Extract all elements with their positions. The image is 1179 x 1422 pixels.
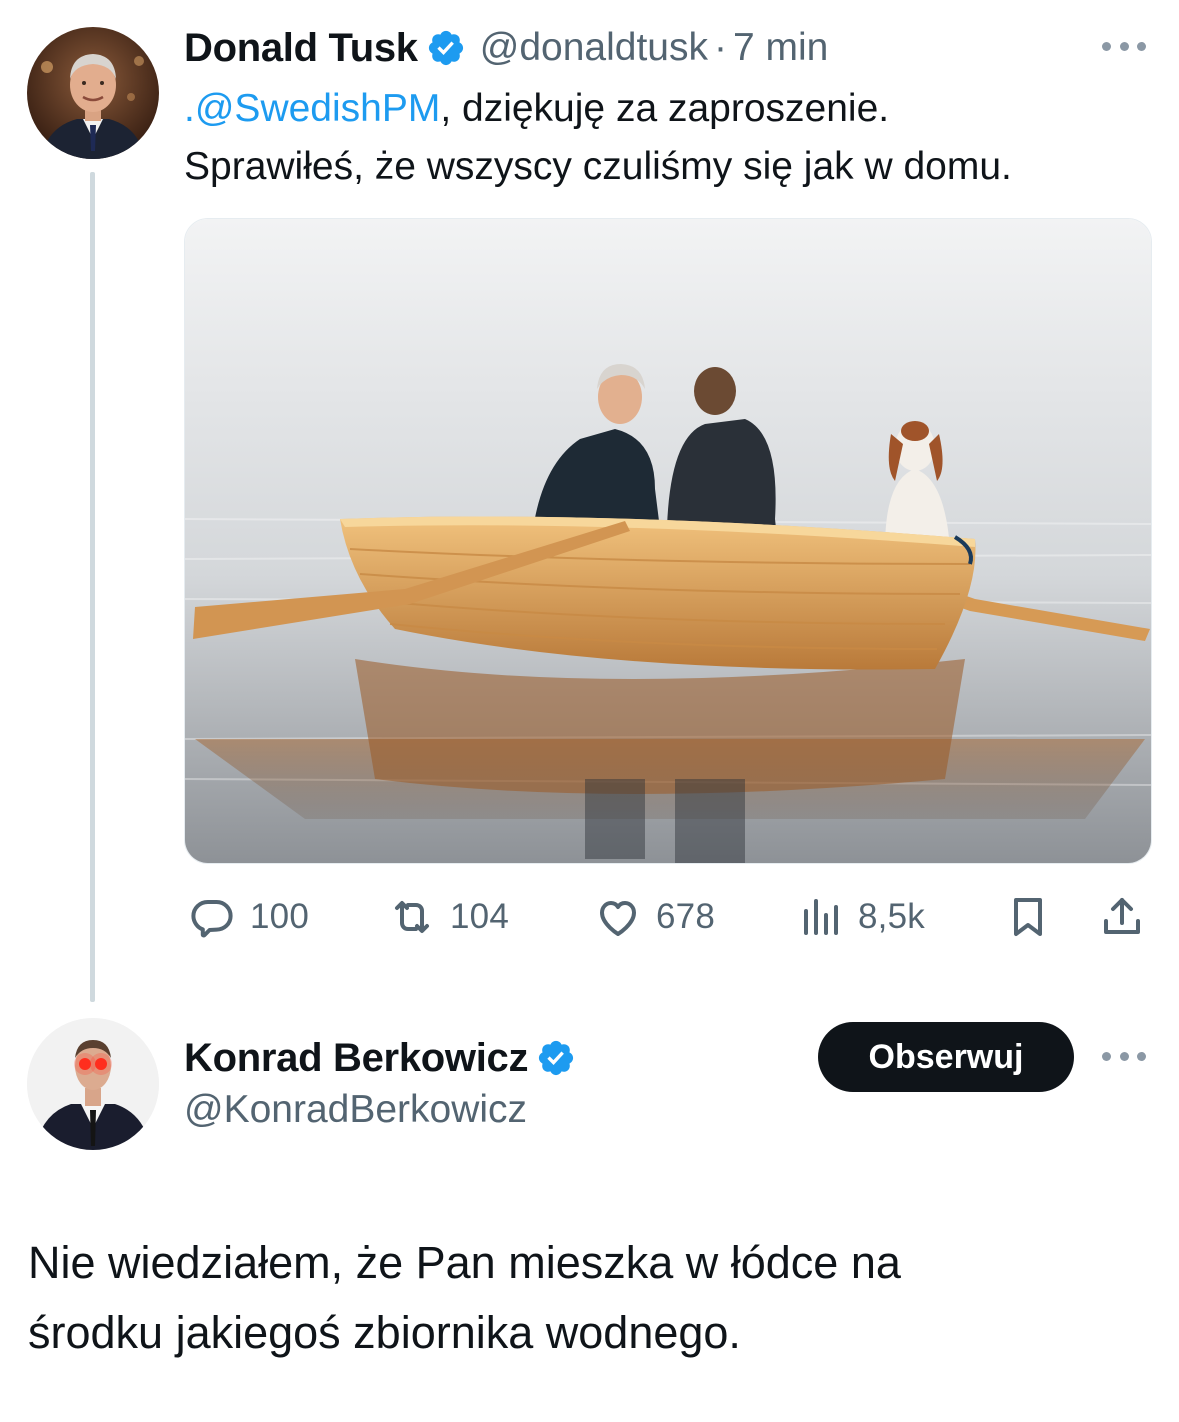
bookmark-action[interactable] xyxy=(1004,890,1066,944)
reply-text: Nie wiedziałem, że Pan mieszka w łódce n… xyxy=(28,1228,901,1368)
tweet-timestamp[interactable]: 7 min xyxy=(733,26,828,70)
like-count: 678 xyxy=(656,897,715,936)
views-icon xyxy=(804,899,838,935)
author-name[interactable]: Donald Tusk xyxy=(184,26,418,71)
share-icon xyxy=(1104,898,1140,934)
like-action[interactable]: 678 xyxy=(594,890,715,944)
share-action[interactable] xyxy=(1098,890,1160,944)
reply-more-options-icon[interactable] xyxy=(1102,1050,1146,1062)
tweet-header: Donald Tusk @donaldtusk · 7 min xyxy=(184,24,828,72)
separator-dot: · xyxy=(714,26,727,69)
tweet-photo-boat[interactable] xyxy=(184,218,1152,864)
views-action[interactable]: 8,5k xyxy=(796,890,925,944)
thread-connector-line xyxy=(90,172,95,1002)
berkowicz-avatar[interactable] xyxy=(27,1018,159,1150)
thread: Donald Tusk @donaldtusk · 7 min .@Swedis… xyxy=(0,0,1179,1422)
reply-text-line-2: środku jakiegoś zbiornika wodnego. xyxy=(28,1307,741,1358)
repost-icon xyxy=(395,901,429,933)
verified-badge-icon xyxy=(428,30,463,66)
tweet-text-line-2: Sprawiłeś, że wszyscy czuliśmy się jak w… xyxy=(184,145,1012,188)
verified-badge-icon xyxy=(539,1040,574,1076)
reply-icon xyxy=(191,900,233,938)
tusk-avatar[interactable] xyxy=(27,27,159,159)
reply-author-name[interactable]: Konrad Berkowicz xyxy=(184,1036,528,1081)
repost-count: 104 xyxy=(450,897,509,936)
bookmark-icon xyxy=(1014,898,1042,936)
reply-author-handle[interactable]: @KonradBerkowicz xyxy=(184,1088,527,1132)
reply-header: Konrad Berkowicz xyxy=(184,1034,590,1082)
tweet-text: .@SwedishPM, dziękuję za zaproszenie. Sp… xyxy=(184,80,1012,196)
follow-button[interactable]: Obserwuj xyxy=(818,1022,1074,1092)
more-options-icon[interactable] xyxy=(1102,40,1146,52)
heart-icon xyxy=(600,901,636,936)
author-handle[interactable]: @donaldtusk xyxy=(480,26,708,70)
reply-count: 100 xyxy=(250,897,309,936)
views-count: 8,5k xyxy=(858,897,925,936)
tweet-text-line-1: .@SwedishPM, dziękuję za zaproszenie. xyxy=(184,87,890,130)
repost-action[interactable]: 104 xyxy=(388,890,509,944)
reply-action[interactable]: 100 xyxy=(188,890,309,944)
reply-text-line-1: Nie wiedziałem, że Pan mieszka w łódce n… xyxy=(28,1237,901,1288)
mention-link[interactable]: .@SwedishPM xyxy=(184,87,440,130)
